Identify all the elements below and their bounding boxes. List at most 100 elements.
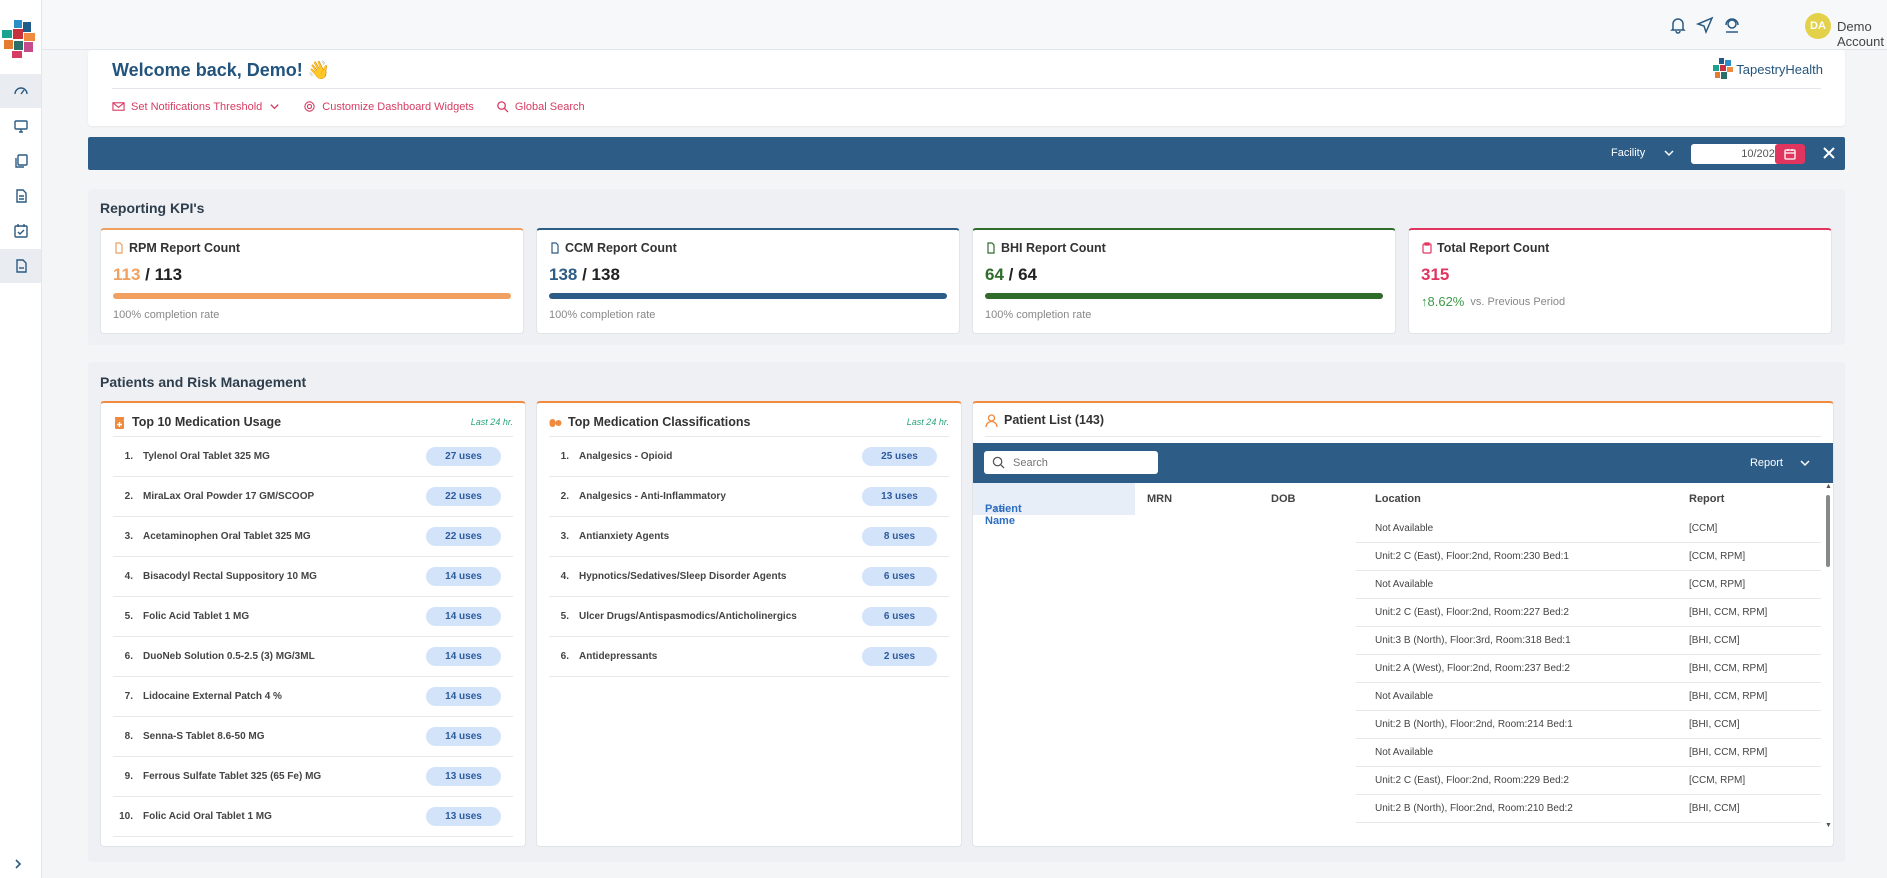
column-report[interactable]: Report <box>1689 493 1724 505</box>
uses-badge: 6 uses <box>862 607 937 626</box>
kpi-progress-bar <box>985 293 1383 299</box>
kpi-progress-bar <box>113 293 511 299</box>
table-row[interactable]: Not Available [CCM] <box>973 515 1821 543</box>
table-row[interactable]: Not Available [CCM, RPM] <box>973 571 1821 599</box>
ccm-kpi-card[interactable]: CCM Report Count 138 / 138 100% completi… <box>536 228 960 334</box>
global-search-button[interactable]: Global Search <box>496 100 585 113</box>
nav-calendar[interactable] <box>0 214 41 248</box>
calendar-button[interactable] <box>1775 144 1805 164</box>
list-item[interactable]: 4. Bisacodyl Rectal Suppository 10 MG 14 u… <box>113 556 513 596</box>
item-name: Ferrous Sulfate Tablet 325 (65 Fe) MG <box>143 771 322 782</box>
report-filter-dropdown[interactable]: Report <box>1750 457 1811 469</box>
scrollbar[interactable]: ▲ ▼ <box>1824 483 1832 829</box>
avatar[interactable]: DA <box>1805 13 1831 39</box>
list-item[interactable]: 9. Ferrous Sulfate Tablet 325 (65 Fe) MG 1… <box>113 756 513 796</box>
set-notifications-threshold-button[interactable]: Set Notifications Threshold <box>112 100 281 113</box>
table-row[interactable]: Unit:2 C (East), Floor:2nd, Room:229 Bed… <box>973 767 1821 795</box>
list-item[interactable]: 3. Acetaminophen Oral Tablet 325 MG 22 use… <box>113 516 513 556</box>
location-cell: Unit:2 B (North), Floor:2nd, Room:210 Be… <box>1375 803 1573 814</box>
table-row[interactable]: Unit:2 C (East), Floor:2nd, Room:230 Bed… <box>973 543 1821 571</box>
column-dob[interactable]: DOB <box>1271 493 1295 505</box>
list-item[interactable]: 8. Senna-S Tablet 8.6-50 MG 14 uses <box>113 716 513 756</box>
file-icon <box>987 242 995 254</box>
nav-reports[interactable] <box>0 179 41 213</box>
scroll-thumb[interactable] <box>1826 495 1830 567</box>
scroll-up-icon[interactable]: ▲ <box>1825 483 1832 490</box>
report-cell: [BHI, CCM, RPM] <box>1689 691 1768 702</box>
uses-badge: 22 uses <box>426 527 501 546</box>
kpi-completed: 138 <box>549 265 578 284</box>
pills-icon <box>549 418 562 427</box>
column-location[interactable]: Location <box>1375 493 1421 505</box>
account-name[interactable]: Demo Account <box>1837 19 1887 49</box>
bell-icon[interactable] <box>1669 16 1687 34</box>
kpi-note: 100% completion rate <box>549 309 656 321</box>
uses-badge: 6 uses <box>862 567 937 586</box>
location-cell: Unit:2 C (East), Floor:2nd, Room:229 Bed… <box>1375 775 1569 786</box>
item-rank: 8. <box>124 731 133 742</box>
total-kpi-card[interactable]: Total Report Count 315 ↑8.62% vs. Previo… <box>1408 228 1832 334</box>
customize-dashboard-widgets-button[interactable]: Customize Dashboard Widgets <box>303 100 474 113</box>
nav-documents[interactable] <box>0 144 41 178</box>
list-item[interactable]: 7. Lidocaine External Patch 4 % 14 uses <box>113 676 513 716</box>
uses-badge: 8 uses <box>862 527 937 546</box>
table-row[interactable]: Unit:2 A (West), Floor:2nd, Room:237 Bed… <box>973 655 1821 683</box>
table-row[interactable]: Not Available [BHI, CCM, RPM] <box>973 683 1821 711</box>
sort-ascending-icon[interactable]: ↑≡ <box>993 503 1005 515</box>
kpi-total: 64 <box>1018 265 1038 284</box>
kpi-note: 100% completion rate <box>985 309 1092 321</box>
table-row[interactable]: Unit:3 B (North), Floor:3rd, Room:318 Be… <box>973 627 1821 655</box>
kpi-title: CCM Report Count <box>549 241 677 255</box>
table-row[interactable]: Not Available [BHI, CCM, RPM] <box>973 739 1821 767</box>
kpi-value: 138 / 138 <box>549 265 620 284</box>
item-rank: 3. <box>560 531 569 542</box>
item-name: Hypnotics/Sedatives/Sleep Disorder Agent… <box>579 571 787 582</box>
divider <box>112 88 1821 89</box>
item-name: DuoNeb Solution 0.5-2.5 (3) MG/3ML <box>143 651 315 662</box>
support-agent-icon[interactable] <box>1723 16 1741 34</box>
nav-dashboard[interactable] <box>0 74 41 108</box>
panel-title: Top Medication Classifications <box>568 415 751 429</box>
panel-header: Patient List (143) <box>985 413 1104 427</box>
uses-badge: 22 uses <box>426 487 501 506</box>
list-item[interactable]: 6. Antidepressants 2 uses <box>549 636 949 676</box>
send-icon[interactable] <box>1696 16 1714 34</box>
item-rank: 6. <box>124 651 133 662</box>
rpm-kpi-card[interactable]: RPM Report Count 113 / 113 100% completi… <box>100 228 524 334</box>
app-logo[interactable] <box>2 20 38 58</box>
table-row[interactable]: Unit:2 B (North), Floor:2nd, Room:210 Be… <box>973 795 1821 823</box>
bhi-kpi-card[interactable]: BHI Report Count 64 / 64 100% completion… <box>972 228 1396 334</box>
section-title: Reporting KPI's <box>100 200 205 216</box>
search-box[interactable] <box>984 451 1158 474</box>
uses-badge: 14 uses <box>426 647 501 666</box>
table-row[interactable]: Unit:2 C (East), Floor:2nd, Room:227 Bed… <box>973 599 1821 627</box>
clipboard-icon <box>1422 242 1432 254</box>
list-item[interactable]: 2. MiraLax Oral Powder 17 GM/SCOOP 22 uses <box>113 476 513 516</box>
kpi-progress-bar <box>549 293 947 299</box>
chevron-right-icon[interactable] <box>10 856 26 872</box>
close-icon[interactable] <box>1821 145 1837 161</box>
item-name: Antianxiety Agents <box>579 531 670 542</box>
section-title: Patients and Risk Management <box>100 374 307 390</box>
uses-badge: 13 uses <box>426 767 501 786</box>
facility-dropdown[interactable]: Facility <box>1611 147 1675 159</box>
item-rank: 9. <box>124 771 133 782</box>
table-row[interactable]: Unit:2 B (North), Floor:2nd, Room:214 Be… <box>973 711 1821 739</box>
list-item[interactable]: 1. Analgesics - Opioid 25 uses <box>549 436 949 476</box>
list-item[interactable]: 10. Folic Acid Oral Tablet 1 MG 13 uses <box>113 796 513 836</box>
scroll-down-icon[interactable]: ▼ <box>1825 822 1832 829</box>
column-mrn[interactable]: MRN <box>1147 493 1172 505</box>
nav-files[interactable] <box>0 249 41 283</box>
list-item[interactable]: 5. Ulcer Drugs/Antispasmodics/Anticholine… <box>549 596 949 636</box>
nav-monitor[interactable] <box>0 109 41 143</box>
list-item[interactable]: 4. Hypnotics/Sedatives/Sleep Disorder Age… <box>549 556 949 596</box>
location-cell: Unit:2 B (North), Floor:2nd, Room:214 Be… <box>1375 719 1573 730</box>
list-item[interactable]: 5. Folic Acid Tablet 1 MG 14 uses <box>113 596 513 636</box>
reporting-kpis-section: Reporting KPI's RPM Report Count 113 / 1… <box>88 189 1845 345</box>
file-icon <box>115 242 123 254</box>
list-item[interactable]: 2. Analgesics - Anti-Inflammatory 13 uses <box>549 476 949 516</box>
list-item[interactable]: 3. Antianxiety Agents 8 uses <box>549 516 949 556</box>
list-item[interactable]: 1. Tylenol Oral Tablet 325 MG 27 uses <box>113 436 513 476</box>
search-input[interactable] <box>1013 456 1143 469</box>
list-item[interactable]: 6. DuoNeb Solution 0.5-2.5 (3) MG/3ML 14 u… <box>113 636 513 676</box>
